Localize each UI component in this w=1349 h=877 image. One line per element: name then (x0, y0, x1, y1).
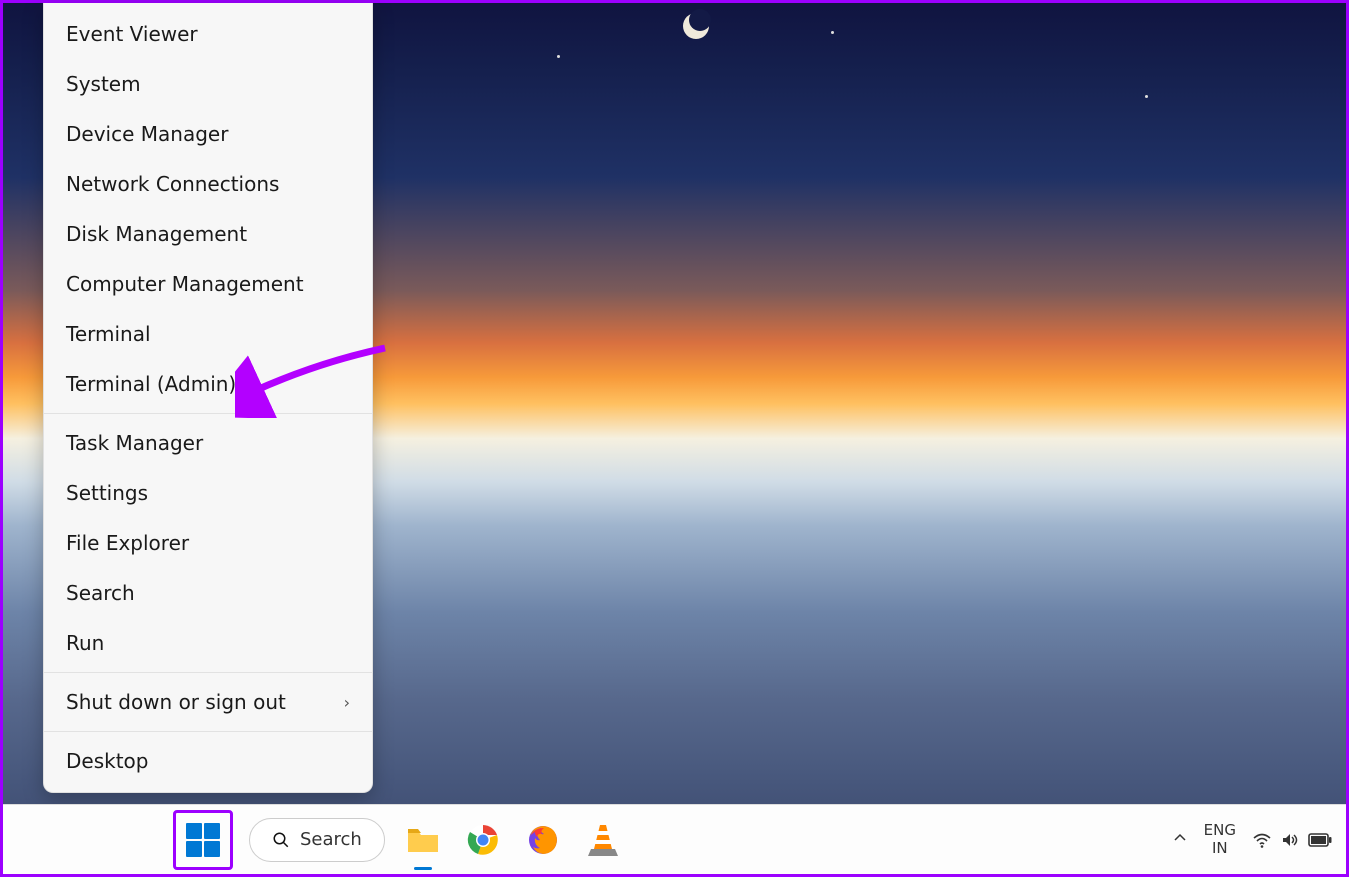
taskbar-app-vlc[interactable] (581, 818, 625, 862)
firefox-icon (526, 823, 560, 857)
taskbar-app-chrome[interactable] (461, 818, 505, 862)
menu-item-device-manager[interactable]: Device Manager (44, 109, 372, 159)
volume-icon (1280, 830, 1300, 850)
menu-item-label: Computer Management (66, 272, 304, 296)
menu-item-settings[interactable]: Settings (44, 468, 372, 518)
wifi-icon (1252, 830, 1272, 850)
menu-item-network-connections[interactable]: Network Connections (44, 159, 372, 209)
menu-item-run[interactable]: Run (44, 618, 372, 668)
menu-item-label: Device Manager (66, 122, 228, 146)
tray-status-icons[interactable] (1252, 830, 1332, 850)
menu-item-label: File Explorer (66, 531, 189, 555)
menu-item-label: Run (66, 631, 104, 655)
search-icon (272, 831, 290, 849)
menu-item-label: Network Connections (66, 172, 279, 196)
start-button[interactable] (173, 810, 233, 870)
taskbar-app-file-explorer[interactable] (401, 818, 445, 862)
taskbar-app-firefox[interactable] (521, 818, 565, 862)
star-graphic (1145, 95, 1148, 98)
start-context-menu: Event Viewer System Device Manager Netwo… (43, 3, 373, 793)
app-running-indicator (414, 867, 432, 870)
star-graphic (557, 55, 560, 58)
windows-logo-icon (186, 823, 220, 857)
menu-separator (44, 413, 372, 414)
menu-item-label: Terminal (Admin) (66, 372, 236, 396)
menu-item-terminal[interactable]: Terminal (44, 309, 372, 359)
language-region: IN (1204, 840, 1236, 857)
menu-item-computer-management[interactable]: Computer Management (44, 259, 372, 309)
menu-item-event-viewer[interactable]: Event Viewer (44, 9, 372, 59)
search-label: Search (300, 829, 362, 850)
menu-item-label: Event Viewer (66, 22, 198, 46)
chevron-right-icon: › (344, 693, 350, 712)
menu-item-label: Task Manager (66, 431, 203, 455)
language-indicator[interactable]: ENG IN (1204, 822, 1236, 857)
menu-item-shut-down[interactable]: Shut down or sign out › (44, 677, 372, 727)
menu-separator (44, 672, 372, 673)
chrome-icon (466, 823, 500, 857)
menu-item-task-manager[interactable]: Task Manager (44, 418, 372, 468)
menu-item-label: System (66, 72, 141, 96)
menu-item-label: Disk Management (66, 222, 247, 246)
menu-item-terminal-admin[interactable]: Terminal (Admin) (44, 359, 372, 409)
menu-separator (44, 731, 372, 732)
taskbar: Search ENG IN (3, 804, 1346, 874)
star-graphic (831, 31, 834, 34)
search-button[interactable]: Search (249, 818, 385, 862)
menu-item-system[interactable]: System (44, 59, 372, 109)
menu-item-disk-management[interactable]: Disk Management (44, 209, 372, 259)
menu-item-label: Terminal (66, 322, 151, 346)
moon-graphic (683, 13, 709, 39)
menu-item-label: Settings (66, 481, 148, 505)
vlc-icon (588, 823, 618, 857)
language-code: ENG (1204, 822, 1236, 839)
battery-icon (1308, 832, 1332, 848)
folder-icon (406, 825, 440, 855)
menu-item-label: Desktop (66, 749, 148, 773)
menu-item-search[interactable]: Search (44, 568, 372, 618)
menu-item-label: Shut down or sign out (66, 690, 286, 714)
system-tray: ENG IN (1172, 822, 1332, 857)
taskbar-center: Search (173, 810, 625, 870)
menu-item-label: Search (66, 581, 135, 605)
tray-overflow-button[interactable] (1172, 830, 1188, 850)
chevron-up-icon (1172, 830, 1188, 846)
menu-item-desktop[interactable]: Desktop (44, 736, 372, 786)
menu-item-file-explorer[interactable]: File Explorer (44, 518, 372, 568)
